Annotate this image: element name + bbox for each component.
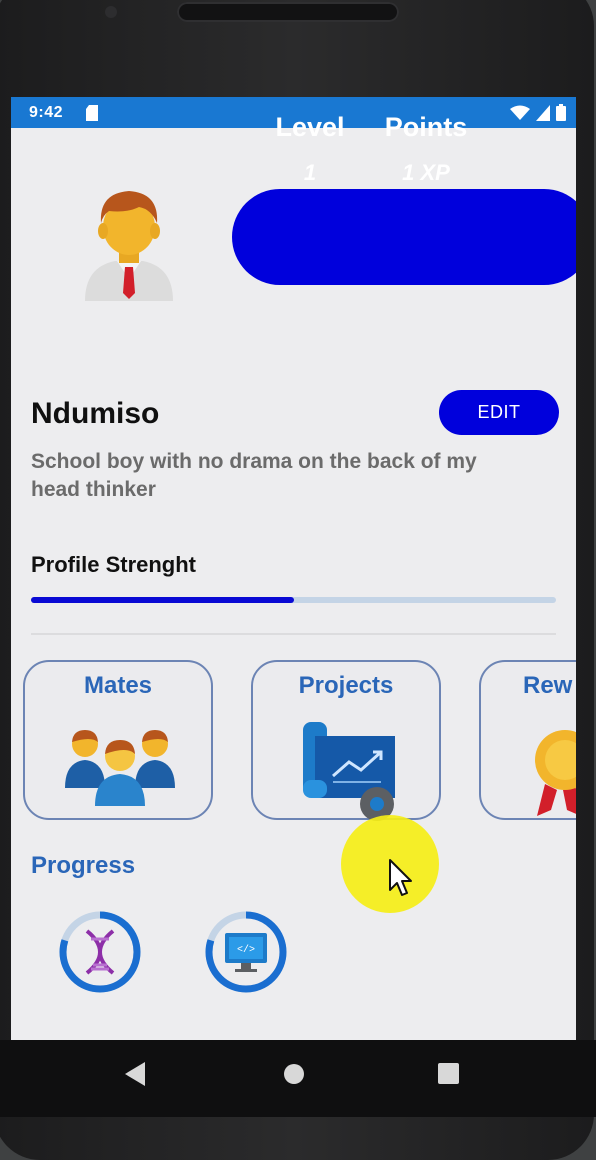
wifi-icon xyxy=(510,105,530,120)
front-camera xyxy=(105,6,117,18)
system-nav-bar xyxy=(0,1040,596,1117)
mouse-pointer-icon xyxy=(389,859,412,896)
recents-icon[interactable] xyxy=(438,1063,459,1084)
earpiece-speaker xyxy=(177,2,399,22)
points-value: 1 XP xyxy=(402,160,450,185)
app-screen: 9:42 xyxy=(11,97,576,1041)
sd-card-icon xyxy=(85,105,99,127)
status-time: 9:42 xyxy=(29,104,64,121)
home-icon[interactable] xyxy=(283,1063,305,1085)
signal-icon xyxy=(536,104,550,121)
level-label: Level xyxy=(275,112,345,142)
level-value: 1 xyxy=(303,160,317,185)
back-icon[interactable] xyxy=(125,1062,147,1086)
level-points-panel xyxy=(232,189,576,285)
points-label: Points xyxy=(384,112,468,142)
profile-avatar[interactable] xyxy=(79,183,179,301)
status-icons xyxy=(510,104,566,121)
battery-icon xyxy=(556,104,566,121)
